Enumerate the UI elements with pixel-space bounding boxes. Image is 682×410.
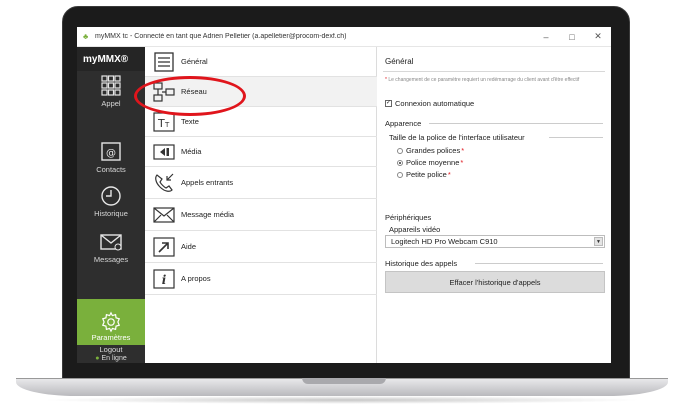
- close-button[interactable]: ✕: [585, 31, 611, 42]
- nav-item-parametres[interactable]: Paramètres: [77, 299, 145, 345]
- auto-connect-label: Connexion automatique: [395, 99, 475, 108]
- app-icon: ♣: [83, 31, 89, 41]
- menu-label-aide: Aide: [181, 242, 197, 251]
- window-titlebar: ♣ myMMX tc - Connecté en tant que Adrien…: [77, 27, 611, 47]
- nav-item-historique[interactable]: Historique: [77, 185, 145, 218]
- title-divider: [383, 71, 605, 72]
- menu-item-a-propos[interactable]: i A propos: [145, 263, 377, 295]
- incoming-call-icon: [155, 173, 174, 192]
- nav-item-contacts[interactable]: @ Contacts: [77, 141, 145, 181]
- checkbox-checked-icon: ✓: [385, 100, 392, 107]
- help-arrow-icon: [153, 236, 175, 257]
- laptop-notch: [302, 378, 386, 384]
- nav-item-messages[interactable]: Messages: [77, 231, 145, 264]
- font-size-title: Taille de la police de l'interface utili…: [389, 133, 525, 142]
- video-device-value: Logitech HD Pro Webcam C910: [391, 237, 498, 246]
- menu-label-message-media: Message média: [181, 210, 234, 219]
- font-size-divider: [549, 137, 603, 138]
- minimize-button[interactable]: –: [533, 32, 559, 42]
- highlight-circle: [134, 76, 246, 116]
- auto-connect-checkbox[interactable]: ✓ Connexion automatique: [385, 99, 474, 108]
- svg-text:T: T: [164, 121, 170, 129]
- radio-icon: [397, 171, 403, 178]
- video-device-select[interactable]: Logitech HD Pro Webcam C910 ▼: [385, 235, 605, 248]
- gear-icon: [101, 311, 121, 333]
- clear-history-button[interactable]: Effacer l'historique d'appels: [385, 271, 605, 293]
- radio-grandes-polices[interactable]: Grandes polices *: [397, 146, 464, 155]
- nav-label-historique: Historique: [94, 209, 128, 218]
- contacts-icon: @: [101, 142, 121, 161]
- mail-icon: [100, 234, 122, 251]
- menu-label-texte: Texte: [181, 117, 199, 126]
- menu-label-general: Général: [181, 57, 208, 66]
- brand-logo: myMMX®: [77, 47, 145, 71]
- svg-text:T: T: [157, 117, 165, 130]
- history-title: Historique des appels: [385, 259, 458, 268]
- logout-link[interactable]: Logout: [77, 345, 145, 354]
- clock-icon: [101, 186, 121, 206]
- svg-text:@: @: [106, 148, 116, 159]
- laptop-screen: ♣ myMMX tc - Connecté en tant que Adrien…: [77, 27, 611, 363]
- status-online: ● En ligne: [77, 354, 145, 363]
- appearance-title: Apparence: [385, 119, 422, 128]
- menu-item-media[interactable]: Média: [145, 137, 377, 167]
- radio-police-moyenne[interactable]: Police moyenne *: [397, 158, 463, 167]
- menu-label-a-propos: A propos: [181, 274, 211, 283]
- info-icon: i: [153, 268, 175, 289]
- video-devices-label: Appareils vidéo: [389, 225, 441, 234]
- nav-label-parametres: Paramètres: [91, 333, 131, 342]
- menu-item-message-media[interactable]: Message média: [145, 199, 377, 231]
- media-message-icon: [153, 206, 175, 223]
- history-divider: [475, 263, 603, 264]
- appearance-divider: [429, 123, 603, 124]
- radio-icon: [397, 147, 403, 154]
- menu-item-appels-entrants[interactable]: Appels entrants: [145, 167, 377, 199]
- list-icon: [154, 51, 174, 72]
- svg-text:i: i: [162, 273, 167, 287]
- dialpad-icon: [101, 75, 121, 96]
- nav-label-appel: Appel: [101, 99, 121, 108]
- devices-title: Périphériques: [385, 213, 432, 222]
- window-title: myMMX tc - Connecté en tant que Adrien P…: [95, 33, 347, 40]
- maximize-button[interactable]: □: [559, 32, 585, 42]
- menu-label-appels-entrants: Appels entrants: [181, 178, 234, 187]
- laptop-shadow: [40, 396, 644, 404]
- radio-petite-police[interactable]: Petite police *: [397, 170, 451, 179]
- nav-label-contacts: Contacts: [96, 165, 126, 174]
- restart-note: * Le changement de ce paramètre requiert…: [385, 77, 580, 83]
- menu-label-media: Média: [181, 147, 202, 156]
- menu-item-general[interactable]: Général: [145, 47, 377, 77]
- chevron-down-icon: ▼: [594, 237, 603, 246]
- nav-label-messages: Messages: [93, 255, 129, 264]
- panel-title: Général: [385, 57, 414, 66]
- status-label: En ligne: [101, 355, 127, 362]
- general-settings-panel: Général * Le changement de ce paramètre …: [377, 47, 611, 363]
- media-icon: [153, 143, 175, 160]
- status-dot-icon: ●: [95, 355, 100, 362]
- menu-item-aide[interactable]: Aide: [145, 231, 377, 263]
- radio-selected-icon: [397, 159, 403, 166]
